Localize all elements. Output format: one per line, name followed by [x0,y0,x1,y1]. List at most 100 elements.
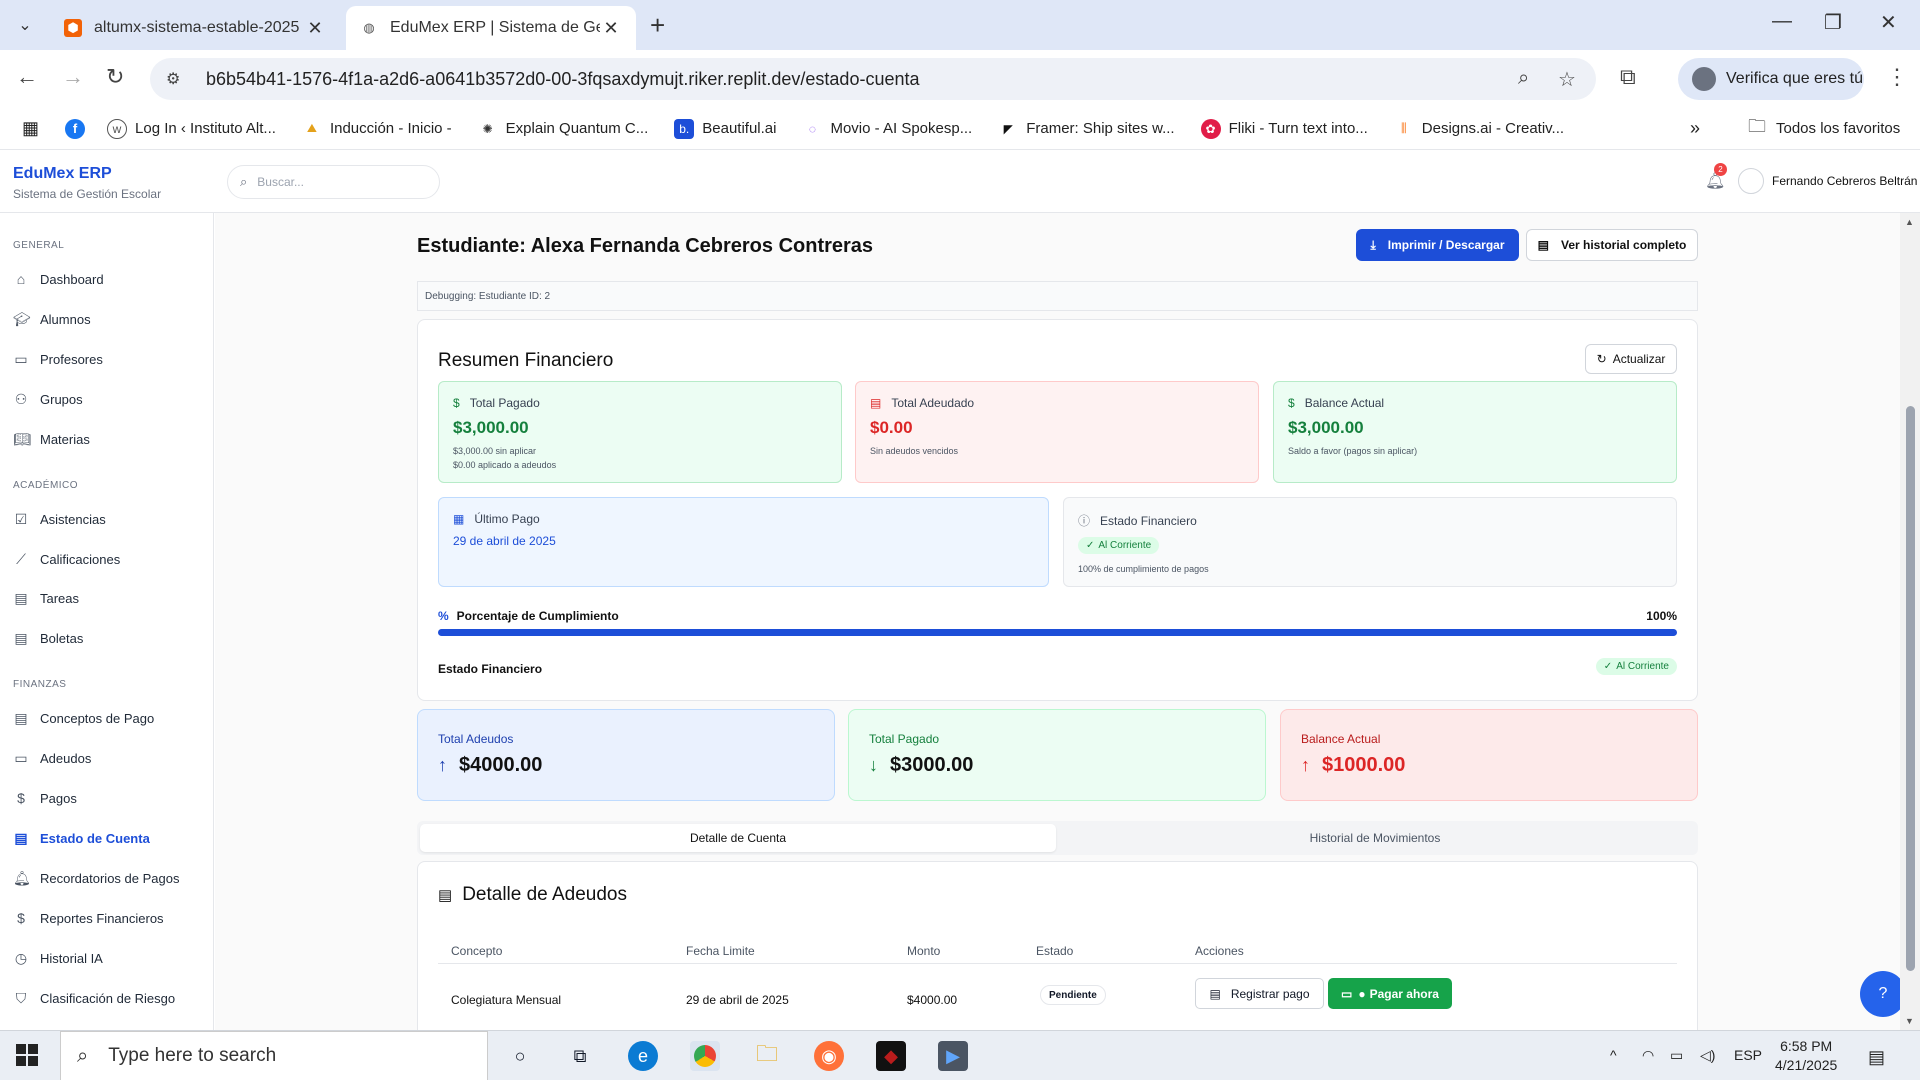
language-indicator[interactable]: ESP [1734,1047,1762,1063]
volume-icon[interactable]: ◁) [1700,1047,1715,1064]
cortana-icon[interactable]: ○ [505,1041,535,1071]
clock[interactable]: 6:58 PM 4/21/2025 [1775,1037,1837,1075]
scroll-up-icon[interactable]: ▲ [1905,217,1914,227]
bookmark-item[interactable]: w Log In ‹ Instituto Alt... [107,118,276,139]
file-icon: ▤ [14,590,28,606]
progress-fill [438,629,1677,636]
bookmark-item[interactable]: ✺ Explain Quantum C... [477,118,648,139]
site-info-icon[interactable]: ⚙ [166,69,186,89]
browser-tab-edumex[interactable]: ◍ EduMex ERP | Sistema de Gestión ✕ [346,6,636,50]
verify-profile-button[interactable]: Verifica que eres tú [1678,58,1864,100]
notifications-bell-icon[interactable]: 🔔︎ 2 [1705,163,1727,191]
browser-tab-altumx[interactable]: ⬢ altumx-sistema-estable-2025 - ✕ [50,6,340,50]
firefox-icon[interactable]: ◉ [814,1041,844,1071]
wifi-icon[interactable]: ◠ [1642,1047,1654,1064]
sidebar: GENERAL ⌂ Dashboard 🎓︎ Alumnos ▭ Profesores… [0,213,214,1030]
file-explorer-icon[interactable]: 🗀 [752,1041,782,1071]
clipboard-check-icon: ☑ [14,511,28,527]
all-bookmarks-button[interactable]: 🗀 Todos los favoritos [1748,114,1900,144]
tab-detalle-cuenta[interactable]: Detalle de Cuenta [420,824,1056,852]
register-payment-button[interactable]: ▤ Registrar pago [1195,978,1324,1009]
bookmark-star-icon[interactable]: ☆ [1558,67,1576,92]
view-history-button[interactable]: ▤ Ver historial completo [1526,229,1698,261]
sidebar-item-recordatorios[interactable]: 🔔︎ Recordatorios de Pagos [13,870,179,887]
sidebar-item-alumnos[interactable]: 🎓︎ Alumnos [13,311,91,328]
new-tab-button[interactable]: + [650,10,665,41]
sidebar-item-asistencias[interactable]: ☑ Asistencias [13,511,106,528]
total-adeudado-value: $0.00 [870,418,913,437]
close-window-icon[interactable]: ✕ [1880,10,1897,35]
scrollbar[interactable]: ▲ ▼ [1900,213,1920,1030]
scroll-down-icon[interactable]: ▼ [1905,1016,1914,1026]
sidebar-item-historial-ia[interactable]: ◷ Historial IA [13,950,103,967]
sidebar-item-adeudos[interactable]: ▭ Adeudos [13,750,91,767]
url-field[interactable]: ⚙ b6b54b41-1576-4f1a-a2d6-a0641b3572d0-0… [150,58,1596,100]
bookmark-item[interactable]: ◌ Movio - AI Spokesp... [802,118,972,139]
apps-grid-icon[interactable]: ▦ [22,118,39,139]
print-download-button[interactable]: ⤓ Imprimir / Descargar [1356,229,1519,261]
sidebar-item-dashboard[interactable]: ⌂ Dashboard [13,271,104,287]
download-icon: ⤓ [1370,237,1376,252]
extensions-icon[interactable]: ⧉ [1620,64,1636,90]
tray-chevron-icon[interactable]: ^ [1610,1047,1617,1063]
sidebar-item-tareas[interactable]: ▤ Tareas [13,590,79,607]
close-tab-icon[interactable]: ✕ [304,18,326,39]
more-bookmarks-icon[interactable]: » [1690,118,1700,139]
windows-start-icon[interactable] [16,1044,38,1066]
browser-menu-icon[interactable]: ⋮ [1886,64,1908,90]
sidebar-item-clasificacion-riesgo[interactable]: ⛉ Clasificación de Riesgo [13,990,175,1007]
battery-icon[interactable]: ▭ [1670,1047,1683,1064]
minimize-icon[interactable]: — [1772,10,1792,33]
file-text-icon: ▤ [1537,238,1549,252]
predator-icon[interactable]: ◆ [876,1041,906,1071]
sidebar-item-materias[interactable]: 📖︎ Materias [13,431,90,448]
sidebar-item-conceptos-pago[interactable]: ▤ Conceptos de Pago [13,710,154,727]
facebook-icon[interactable]: f [65,118,86,139]
bookmark-item[interactable]: ◤ Framer: Ship sites w... [998,118,1175,139]
close-tab-icon[interactable]: ✕ [600,18,622,39]
total-pagado-box: $ Total Pagado $3,000.00 $3,000.00 sin ap… [438,381,842,483]
estado-financiero-box: ⓘ Estado Financiero ✓ Al Corriente 100% de… [1063,497,1677,587]
sidebar-item-grupos[interactable]: ⚇ Grupos [13,391,83,408]
restore-icon[interactable]: ❐ [1824,10,1842,35]
search-icon: ⌕ [240,174,248,189]
sidebar-item-profesores[interactable]: ▭ Profesores [13,351,103,368]
search-input[interactable]: ⌕ Buscar... [227,165,440,199]
edge-icon[interactable]: e [628,1041,658,1071]
forward-arrow-icon[interactable]: → [62,64,84,90]
tab-historial-movimientos[interactable]: Historial de Movimientos [1057,824,1693,852]
bookmark-item[interactable]: b. Beautiful.ai [674,118,776,139]
zoom-icon[interactable]: ⌕ [1518,67,1529,90]
taskbar-search-input[interactable]: ⌕ Type here to search [60,1031,488,1080]
reload-icon[interactable]: ↻ [106,64,124,90]
bookmark-item[interactable]: ⛰ Inducción - Inicio - [301,118,452,139]
check-circle-icon: ✓ [1603,661,1613,672]
sidebar-item-pagos[interactable]: $ Pagos [13,790,77,806]
bookmark-item[interactable]: ✿ Fliki - Turn text into... [1200,118,1368,139]
refresh-button[interactable]: ↻ Actualizar [1585,344,1677,374]
notifications-icon[interactable]: ▤ [1868,1047,1885,1068]
avatar [1738,168,1764,194]
bookmark-item[interactable]: ⫼ Designs.ai - Creativ... [1393,118,1564,139]
money-bag-icon: ● [1358,986,1366,1001]
balance-actual-box: $ Balance Actual $3,000.00 Saldo a favor … [1273,381,1677,483]
sidebar-item-calificaciones[interactable]: ⟋ Calificaciones [13,551,120,568]
tab-search-chevron-icon[interactable]: ⌄ [10,8,40,42]
help-button[interactable]: ? [1860,971,1900,1017]
user-menu[interactable]: Fernando Cebreros Beltrán [1738,168,1917,194]
column-header: Acciones [1195,944,1244,958]
cell-monto: $4000.00 [907,993,958,1007]
app-icon[interactable]: ▶ [938,1041,968,1071]
sidebar-item-estado-cuenta[interactable]: ▤ Estado de Cuenta [13,830,149,847]
users-icon: ⚇ [14,391,28,407]
graduation-cap-icon: 🎓︎ [13,311,31,327]
scrollbar-thumb[interactable] [1906,406,1915,971]
task-view-icon[interactable]: ⧉ [565,1041,595,1071]
chrome-icon[interactable] [690,1041,720,1071]
column-header: Estado [1036,944,1074,958]
pay-now-button[interactable]: ▭ ● Pagar ahora [1328,978,1452,1009]
detail-title: ▤ Detalle de Adeudos [438,884,627,905]
sidebar-item-reportes[interactable]: $ Reportes Financieros [13,910,163,926]
back-arrow-icon[interactable]: ← [16,64,38,90]
sidebar-item-boletas[interactable]: ▤ Boletas [13,630,83,647]
